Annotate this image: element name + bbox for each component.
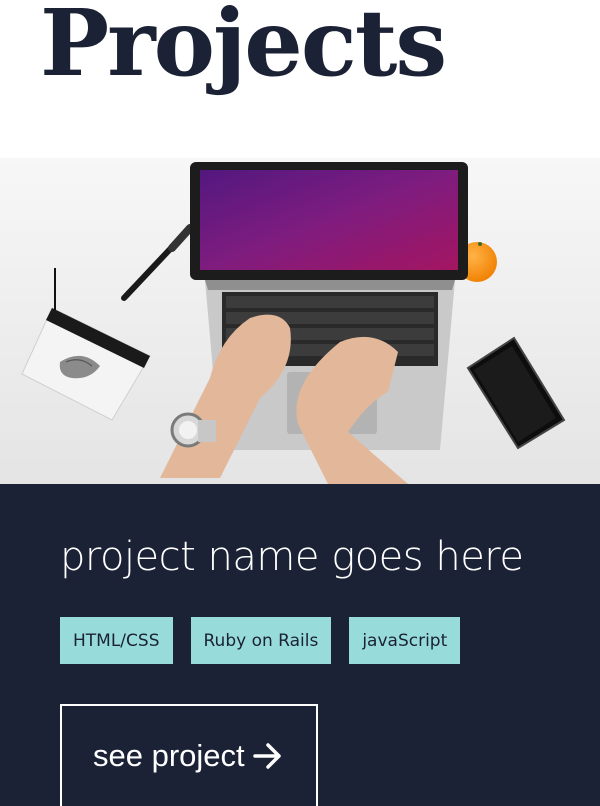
see-project-button[interactable]: see project	[60, 704, 318, 806]
project-card: project name goes here HTML/CSS Ruby on …	[0, 484, 600, 806]
hero-image	[0, 158, 600, 484]
arrow-right-icon	[252, 742, 283, 778]
tag-html-css: HTML/CSS	[60, 617, 173, 664]
tag-javascript: javaScript	[349, 617, 461, 664]
project-name: project name goes here	[60, 534, 524, 580]
see-project-label: see project	[93, 738, 245, 773]
laptop-desk-illustration	[0, 158, 600, 484]
page-title: Projects	[40, 0, 447, 97]
tag-list: HTML/CSS Ruby on Rails javaScript	[60, 617, 461, 664]
tag-ruby-on-rails: Ruby on Rails	[190, 617, 332, 664]
